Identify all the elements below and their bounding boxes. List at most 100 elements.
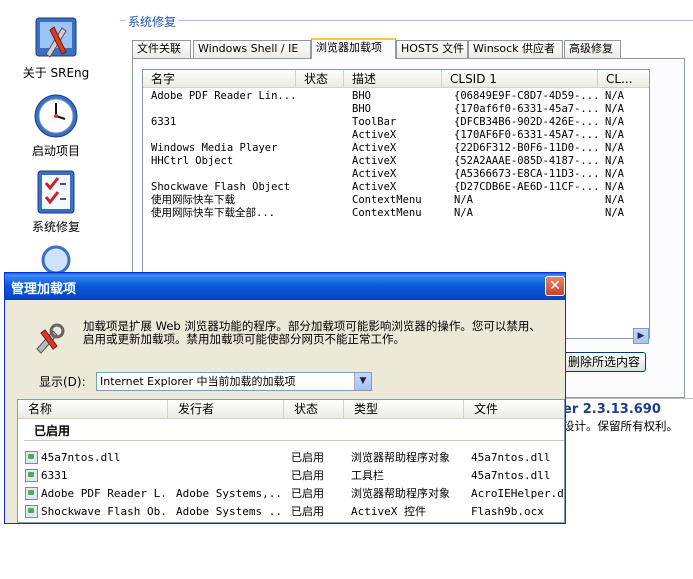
- divider: [562, 398, 693, 399]
- addon-icon: [25, 469, 38, 482]
- list-cell: Adobe Systems ...: [176, 505, 284, 518]
- table-row[interactable]: ActiveX {A5366673-E8CA-11D3-... N/A: [143, 168, 649, 181]
- table-row[interactable]: Shockwave Flash Object ActiveX {D27CDB6E-A…: [143, 181, 649, 194]
- show-label: 显示(D):: [39, 375, 86, 389]
- show-dropdown-value: Internet Explorer 中当前加载的加载项: [100, 375, 296, 388]
- table-cell: [304, 181, 344, 194]
- show-dropdown[interactable]: Internet Explorer 中当前加载的加载项 ▼: [96, 372, 372, 391]
- tab-advanced-repair[interactable]: 高级修复: [564, 40, 621, 58]
- table-cell: [304, 103, 344, 116]
- list-cell: 45a7ntos.dll: [471, 469, 551, 482]
- tab-winsock[interactable]: Winsock 供应者: [468, 40, 563, 58]
- table-cell: {DFCB34B6-902D-426E-...: [454, 116, 600, 128]
- column-header-name[interactable]: 名字: [143, 70, 296, 88]
- list-cell: 已启用: [291, 469, 324, 482]
- table-cell: N/A: [605, 207, 624, 219]
- table-cell: [304, 142, 344, 155]
- column-header-type[interactable]: 类型: [344, 400, 464, 419]
- list-header: 名字 状态 描述 CLSID 1 CL...: [143, 70, 649, 88]
- table-cell: Shockwave Flash Object: [151, 181, 291, 193]
- dialog-description: 加载项是扩展 Web 浏览器功能的程序。部分加载项可能影响浏览器的操作。您可以禁…: [83, 319, 541, 346]
- sidebar-item-repair[interactable]: 系统修复: [0, 168, 112, 235]
- table-row[interactable]: 使用网际快车下载全部... ContextMenu N/A N/A: [143, 207, 649, 220]
- list-item[interactable]: Adobe PDF Reader L... Adobe Systems,... 已启…: [18, 485, 564, 503]
- tab-hosts-file[interactable]: HOSTS 文件: [396, 40, 468, 58]
- sidebar-item-about[interactable]: 关于 SREng: [0, 14, 112, 81]
- table-cell: 6331: [151, 116, 177, 128]
- list-cell: 已启用: [291, 451, 324, 464]
- column-header-description[interactable]: 描述: [344, 70, 442, 88]
- table-cell: [304, 207, 344, 220]
- column-header-clsid2[interactable]: CL...: [598, 70, 649, 88]
- table-row[interactable]: 使用网际快车下载 ContextMenu N/A N/A: [143, 194, 649, 207]
- group-title: 系统修复: [126, 13, 179, 30]
- table-cell: [151, 168, 296, 181]
- table-cell: {170AF6F0-6331-45A7-...: [454, 129, 600, 141]
- list-item[interactable]: 6331 已启用 工具栏 45a7ntos.dll: [18, 467, 564, 485]
- table-cell: {06849E9F-C8D7-4D59-...: [454, 90, 600, 102]
- scroll-right-button[interactable]: ▶: [633, 328, 649, 344]
- column-header-publisher[interactable]: 发行者: [168, 400, 284, 419]
- chevron-down-icon[interactable]: ▼: [354, 373, 371, 390]
- table-cell: N/A: [605, 155, 624, 167]
- table-cell: 使用网际快车下载: [151, 194, 235, 206]
- list-cell: 45a7ntos.dll: [41, 451, 121, 464]
- table-cell: [304, 90, 344, 103]
- sidebar-item-label: 关于 SREng: [22, 66, 90, 80]
- table-cell: N/A: [605, 181, 624, 193]
- list-header: 名称 发行者 状态 类型 文件: [18, 400, 564, 419]
- table-cell: {22D6F312-B0F6-11D0-...: [454, 142, 600, 154]
- table-cell: [304, 116, 344, 129]
- column-header-name[interactable]: 名称: [18, 400, 168, 419]
- table-cell: {52A2AAAE-085D-4187-...: [454, 155, 600, 167]
- tab-windows-shell-ie[interactable]: Windows Shell / IE: [193, 40, 311, 58]
- table-cell: [304, 155, 344, 168]
- tab-browser-addons[interactable]: 浏览器加载项: [311, 38, 396, 59]
- table-cell: HHCtrl Object: [151, 155, 234, 167]
- tab-file-association[interactable]: 文件关联: [132, 40, 191, 58]
- table-cell: N/A: [605, 168, 624, 180]
- column-header-file[interactable]: 文件: [464, 400, 564, 419]
- column-header-clsid1[interactable]: CLSID 1: [442, 70, 598, 88]
- list-cell: 6331: [41, 469, 68, 482]
- dialog-titlebar[interactable]: 管理加载项 ✕: [5, 273, 565, 300]
- table-row[interactable]: ActiveX {170AF6F0-6331-45A7-... N/A: [143, 129, 649, 142]
- table-cell: N/A: [605, 129, 624, 141]
- table-row[interactable]: Windows Media Player ActiveX {22D6F312-B0F…: [143, 142, 649, 155]
- table-cell: {170af6f0-6331-45a7-...: [454, 103, 600, 115]
- group-divider: [24, 440, 564, 441]
- column-header-status[interactable]: 状态: [284, 400, 344, 419]
- addon-icon: [25, 451, 38, 464]
- table-cell: ContextMenu: [352, 207, 422, 219]
- list-cell: 已启用: [291, 505, 324, 518]
- list-cell: [176, 467, 284, 485]
- table-cell: ActiveX: [352, 181, 397, 193]
- addon-icon: [25, 487, 38, 500]
- table-cell: [151, 129, 296, 142]
- table-cell: 使用网际快车下载全部...: [151, 207, 275, 219]
- remove-selected-button[interactable]: 删除所选内容: [562, 352, 646, 372]
- list-item[interactable]: Shockwave Flash Ob... Adobe Systems ... 已启…: [18, 503, 564, 521]
- loaded-addons-list[interactable]: 名称 发行者 状态 类型 文件 已启用 45a7ntos.dll 已启用 浏览器帮助…: [17, 399, 565, 523]
- table-cell: {D27CDB6E-AE6D-11CF-...: [454, 181, 600, 193]
- list-cell: Adobe Systems,...: [176, 487, 284, 500]
- list-item[interactable]: 45a7ntos.dll 已启用 浏览器帮助程序对象 45a7ntos.dll: [18, 449, 564, 467]
- close-icon: ✕: [549, 278, 561, 294]
- table-row[interactable]: BHO {170af6f0-6331-45a7-... N/A: [143, 103, 649, 116]
- close-button[interactable]: ✕: [545, 276, 565, 296]
- column-header-status[interactable]: 状态: [296, 70, 344, 88]
- table-cell: N/A: [454, 194, 473, 206]
- tools-icon: [35, 17, 77, 58]
- group-divider: [120, 20, 693, 21]
- sidebar-item-search[interactable]: [0, 242, 112, 274]
- table-row[interactable]: HHCtrl Object ActiveX {52A2AAAE-085D-4187-…: [143, 155, 649, 168]
- table-cell: {A5366673-E8CA-11D3-...: [454, 168, 600, 180]
- table-cell: ContextMenu: [352, 194, 422, 206]
- table-cell: [304, 168, 344, 181]
- list-cell: Shockwave Flash Ob...: [41, 505, 169, 518]
- list-cell: 浏览器帮助程序对象: [351, 451, 450, 464]
- table-row[interactable]: Adobe PDF Reader Lin... BHO {06849E9F-C8D7…: [143, 90, 649, 103]
- sidebar-item-startup[interactable]: 启动项目: [0, 92, 112, 159]
- sidebar-item-label: 启动项目: [31, 144, 80, 158]
- table-row[interactable]: 6331 ToolBar {DFCB34B6-902D-426E-... N/A: [143, 116, 649, 129]
